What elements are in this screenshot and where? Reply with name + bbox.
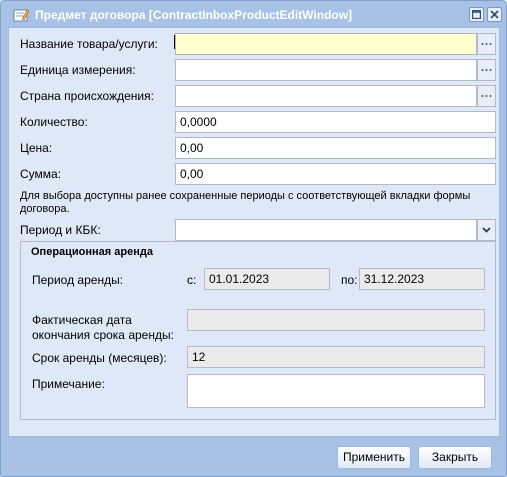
dialog-window: Предмет договора [ContractInboxProductEd… (0, 0, 507, 477)
sum-label: Сумма: (20, 167, 62, 181)
period-kbk-dropdown-button[interactable] (477, 219, 496, 241)
lease-term-field[interactable]: 12 (187, 346, 485, 368)
country-label: Страна происхождения: (20, 89, 154, 103)
quantity-field[interactable]: 0,0000 (175, 111, 496, 133)
unit-field[interactable] (175, 59, 477, 81)
country-field[interactable] (175, 85, 477, 107)
ellipsis-icon (481, 95, 492, 97)
period-hint: Для выбора доступны ранее сохраненные пе… (20, 190, 471, 215)
title-bar[interactable]: Предмет договора [ContractInboxProductEd… (3, 3, 504, 25)
ellipsis-icon (481, 69, 492, 71)
actual-end-date-label: Фактическая дата окончания срока аренды: (32, 313, 174, 342)
unit-label: Единица измерения: (20, 63, 136, 77)
price-field[interactable]: 0,00 (175, 137, 496, 159)
window-icon (13, 8, 30, 22)
lease-from-label: с: (187, 273, 197, 287)
close-window-button[interactable] (487, 7, 502, 22)
actual-end-date-field[interactable] (187, 309, 485, 331)
apply-button[interactable]: Применить (337, 446, 411, 469)
sum-field[interactable]: 0,00 (175, 163, 496, 185)
quantity-label: Количество: (20, 115, 88, 129)
ellipsis-icon (481, 43, 492, 45)
price-label: Цена: (20, 141, 53, 155)
product-select-button[interactable] (477, 33, 496, 55)
period-kbk-combo[interactable] (175, 219, 477, 241)
close-button[interactable]: Закрыть (418, 446, 492, 469)
product-field[interactable] (175, 33, 477, 55)
window-title: Предмет договора [ContractInboxProductEd… (35, 8, 353, 22)
lease-period-label: Период аренды: (32, 273, 124, 287)
lease-term-label: Срок аренды (месяцев): (32, 351, 167, 365)
lease-from-field[interactable]: 01.01.2023 (204, 268, 330, 290)
text-caret (174, 35, 175, 49)
period-kbk-label: Период и КБК: (20, 223, 101, 237)
operating-lease-legend: Операционная аренда (27, 246, 157, 258)
maximize-icon (472, 10, 481, 19)
unit-select-button[interactable] (477, 59, 496, 81)
product-label: Название товара/услуги: (20, 37, 158, 51)
lease-to-label: по: (341, 273, 358, 287)
country-select-button[interactable] (477, 85, 496, 107)
note-textarea[interactable] (187, 374, 485, 408)
chevron-down-icon (482, 227, 491, 233)
lease-to-field[interactable]: 31.12.2023 (359, 268, 485, 290)
close-icon (490, 10, 499, 19)
maximize-button[interactable] (469, 7, 484, 22)
note-label: Примечание: (32, 377, 105, 391)
